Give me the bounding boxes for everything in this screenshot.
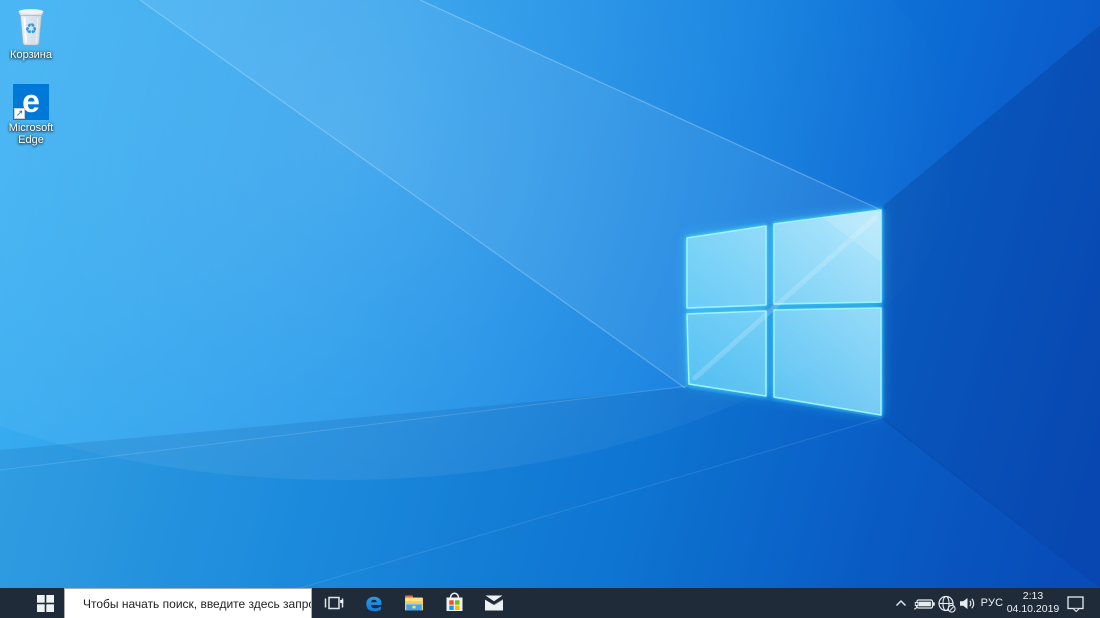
taskbar-clock[interactable]: 2:13 04.10.2019 xyxy=(1006,588,1060,618)
taskbar-apps: e xyxy=(314,588,514,618)
svg-text:♻: ♻ xyxy=(25,22,38,38)
taskbar-app-microsoft-store[interactable] xyxy=(434,588,474,618)
svg-text:e: e xyxy=(365,588,383,618)
network-status-button[interactable] xyxy=(936,588,957,618)
taskbar-app-file-explorer[interactable] xyxy=(394,588,434,618)
show-hidden-icons-button[interactable] xyxy=(890,588,912,618)
search-placeholder: Чтобы начать поиск, введите здесь запрос xyxy=(83,596,312,611)
globe-no-internet-icon xyxy=(938,595,956,613)
chat-bubble-icon xyxy=(1067,596,1084,613)
action-center-button[interactable] xyxy=(1060,588,1100,618)
clock-date: 04.10.2019 xyxy=(1006,603,1060,615)
language-indicator[interactable]: РУС xyxy=(978,588,1006,618)
recycle-bin-icon: ♻ xyxy=(18,9,44,46)
windows-10-desktop: ♻ Корзина e ↗ Microsoft Edge Чтобы начат… xyxy=(0,0,1100,618)
envelope-icon xyxy=(485,595,504,611)
taskbar-app-microsoft-edge[interactable]: e xyxy=(354,588,394,618)
task-view-icon xyxy=(324,596,344,610)
desktop-wallpaper[interactable] xyxy=(0,0,1100,588)
desktop-icon-recycle-bin[interactable]: ♻ Корзина xyxy=(4,5,58,61)
desktop-icon-microsoft-edge[interactable]: e ↗ Microsoft Edge xyxy=(2,84,60,146)
volume-button[interactable] xyxy=(957,588,978,618)
clock-time: 2:13 xyxy=(1022,590,1044,603)
edge-e-icon: e xyxy=(365,588,383,618)
taskbar-search-box[interactable]: Чтобы начать поиск, введите здесь запрос xyxy=(64,588,312,618)
battery-charging-icon xyxy=(913,598,935,610)
start-button[interactable] xyxy=(0,588,64,618)
task-view-button[interactable] xyxy=(314,588,354,618)
chevron-up-icon xyxy=(895,599,907,607)
windows-flag-icon xyxy=(36,594,54,612)
system-tray: РУС 2:13 04.10.2019 xyxy=(890,588,1100,618)
battery-status-button[interactable] xyxy=(912,588,936,618)
icon-label-microsoft-edge: Microsoft Edge xyxy=(8,122,54,147)
taskbar: Чтобы начать поиск, введите здесь запрос xyxy=(0,588,1100,618)
yellow-folder-icon xyxy=(405,595,423,611)
shortcut-arrow-badge: ↗ xyxy=(14,108,25,119)
icon-label-recycle-bin: Корзина xyxy=(10,49,52,61)
edge-tile: e ↗ xyxy=(13,84,49,120)
taskbar-app-mail[interactable] xyxy=(474,588,514,618)
store-bag-icon xyxy=(446,592,462,611)
speaker-icon xyxy=(960,597,975,609)
